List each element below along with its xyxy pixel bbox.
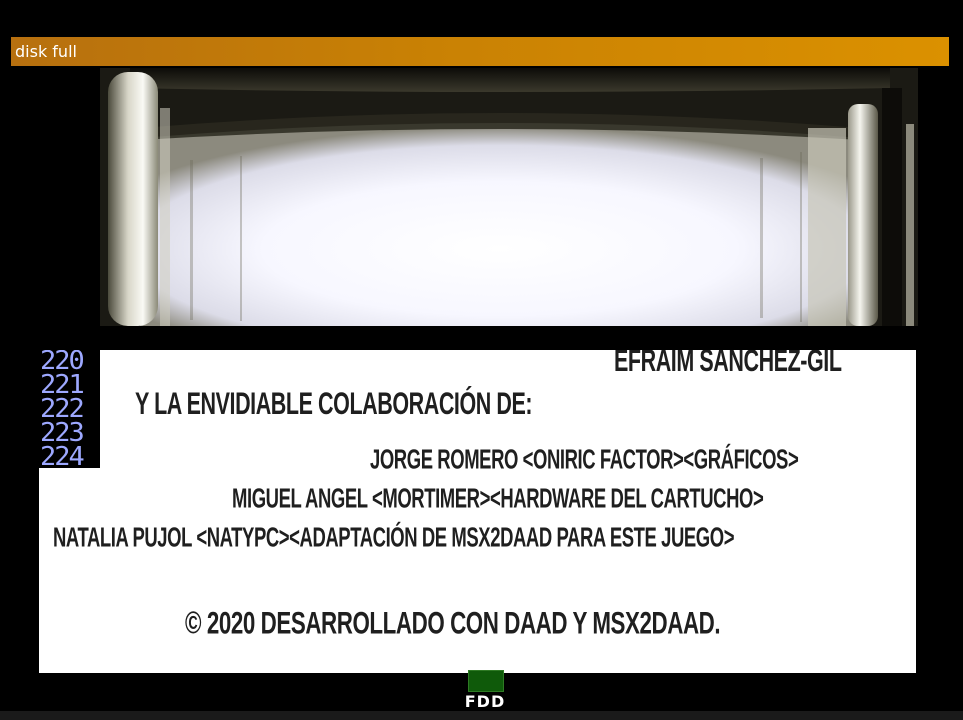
credit-line-graphics: JORGE ROMERO <ONIRIC FACTOR><GRÁFICOS> bbox=[370, 443, 799, 475]
location-illustration-graphic bbox=[100, 68, 918, 326]
line-number: 224 bbox=[40, 442, 85, 468]
notice-text: disk full bbox=[15, 42, 77, 61]
location-illustration bbox=[100, 68, 918, 326]
fdd-activity-led bbox=[468, 670, 504, 692]
emulator-screen: disk full EFRAIM SANCHEZ-GIL Y LA ENVIDI… bbox=[0, 0, 963, 720]
copyright-line: © 2020 DESARROLLADO CON DAAD Y MSX2DAAD. bbox=[185, 604, 721, 641]
credit-line-adaptation: NATALIA PUJOL <NATYPC><ADAPTACIÓN DE MSX… bbox=[53, 521, 735, 553]
credit-line-partial: EFRAIM SANCHEZ-GIL bbox=[614, 350, 842, 379]
desktop-edge bbox=[0, 711, 963, 720]
collaboration-heading: Y LA ENVIDIABLE COLABORACIÓN DE: bbox=[135, 386, 533, 422]
fdd-label: FDD bbox=[464, 692, 506, 711]
line-number-column: 220 221 222 223 224 bbox=[39, 350, 100, 468]
disk-status-notice: disk full bbox=[11, 37, 949, 66]
adventure-text-window: EFRAIM SANCHEZ-GIL Y LA ENVIDIABLE COLAB… bbox=[39, 350, 916, 673]
credit-line-hardware: MIGUEL ANGEL <MORTIMER><HARDWARE DEL CAR… bbox=[232, 482, 764, 514]
